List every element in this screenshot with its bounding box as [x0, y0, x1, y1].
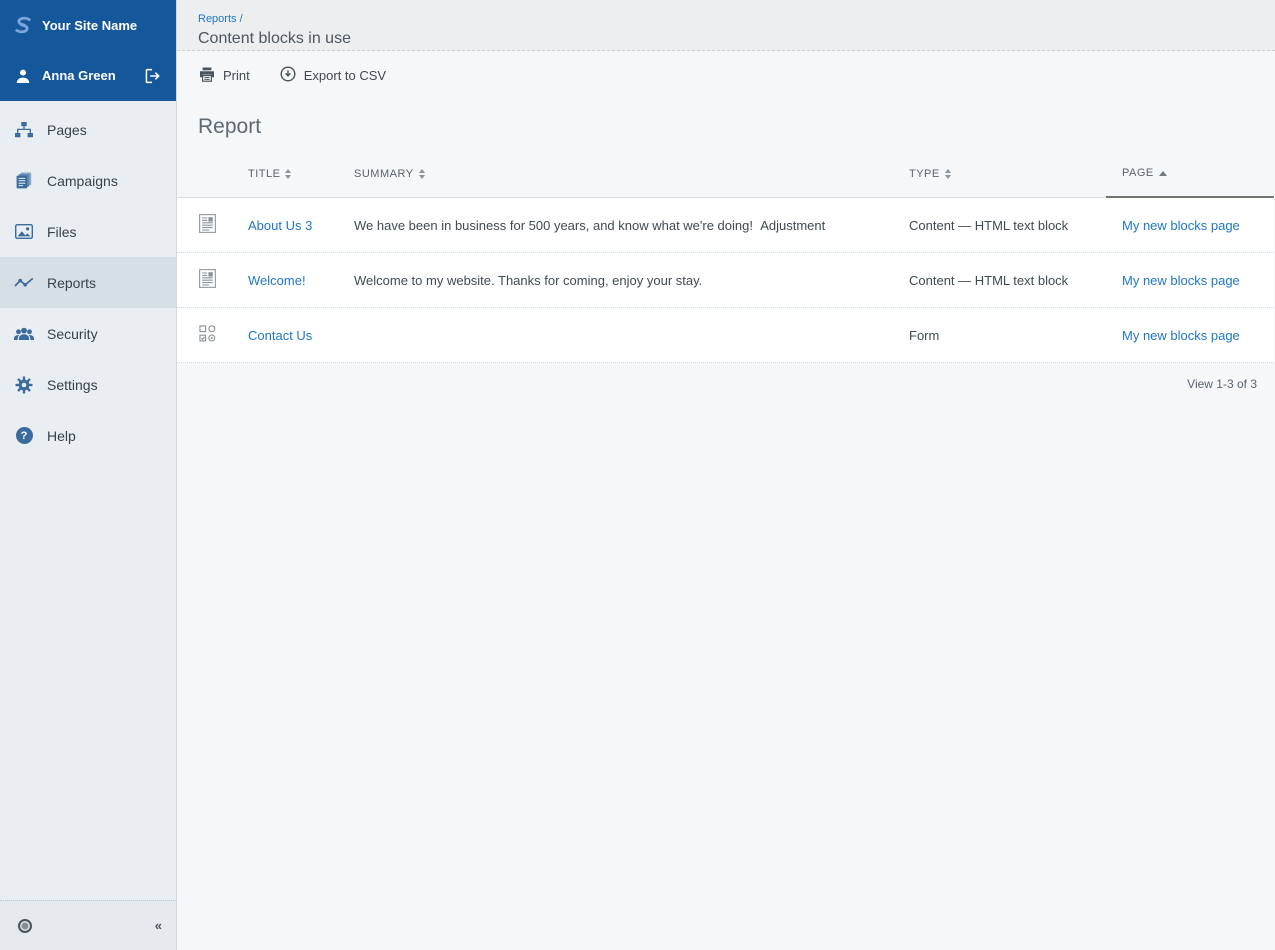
column-header-type[interactable]: TYPE: [909, 150, 1106, 198]
sidebar-item-label: Campaigns: [47, 172, 118, 189]
breadcrumb[interactable]: Reports /: [198, 13, 243, 25]
pagination-status: View 1-3 of 3: [1187, 377, 1257, 391]
page-title: Content blocks in use: [198, 30, 351, 47]
column-header-page[interactable]: PAGE: [1106, 150, 1274, 198]
main-area: Reports / Content blocks in use Print Ex…: [177, 0, 1275, 950]
report-heading: Report: [198, 115, 262, 138]
sidebar-item-pages[interactable]: Pages: [0, 104, 176, 155]
export-csv-button[interactable]: Export to CSV: [280, 66, 386, 85]
export-csv-label: Export to CSV: [303, 68, 387, 83]
row-summary: Welcome to my website. Thanks for coming…: [354, 272, 703, 288]
site-name: Your Site Name: [42, 17, 138, 33]
table-row: Welcome! Welcome to my website. Thanks f…: [177, 253, 1274, 308]
table-header-row: TITLE SUMMARY TYPE PAGE: [177, 150, 1274, 198]
site-logo[interactable]: Your Site Name: [0, 0, 176, 50]
sidebar-item-label: Settings: [47, 376, 98, 393]
download-circle-icon: [280, 66, 296, 85]
image-icon: [14, 224, 34, 239]
user-icon: [13, 69, 33, 83]
sort-asc-icon: [1158, 170, 1167, 176]
table-row: About Us 3 We have been in business for …: [177, 198, 1274, 253]
row-page-link[interactable]: My new blocks page: [1122, 218, 1240, 233]
row-type-cell: [177, 253, 248, 307]
sort-both-icon: [944, 168, 951, 179]
status-dot-icon[interactable]: [18, 918, 32, 933]
sidebar-item-security[interactable]: Security: [0, 308, 176, 359]
text-block-icon: [199, 269, 217, 291]
row-title-link[interactable]: About Us 3: [248, 218, 312, 233]
brand-logo-icon: [13, 14, 33, 36]
gear-icon: [14, 376, 34, 394]
sort-both-icon: [418, 168, 425, 179]
row-title-link[interactable]: Welcome!: [248, 273, 306, 288]
table-row: Contact Us Form My new blocks page: [177, 308, 1274, 363]
sidebar-item-help[interactable]: ? Help: [0, 410, 176, 461]
sidebar-header: Your Site Name Anna Green: [0, 0, 176, 101]
row-type-cell: [177, 198, 248, 252]
row-type: Form: [909, 327, 940, 343]
sidebar-item-settings[interactable]: Settings: [0, 359, 176, 410]
row-type: Content — HTML text block: [909, 272, 1069, 288]
sidebar-item-label: Files: [47, 223, 77, 240]
question-icon: ?: [14, 427, 34, 444]
row-page-link[interactable]: My new blocks page: [1122, 273, 1240, 288]
column-header-summary[interactable]: SUMMARY: [354, 150, 909, 198]
sidebar-item-files[interactable]: Files: [0, 206, 176, 257]
sidebar-footer: «: [0, 900, 176, 950]
user-name: Anna Green: [42, 68, 116, 83]
page-header: Reports / Content blocks in use: [177, 0, 1275, 51]
line-chart-icon: [14, 276, 34, 290]
collapse-sidebar-button[interactable]: «: [155, 918, 162, 933]
column-header-icon: [177, 150, 248, 198]
toolbar: Print Export to CSV: [177, 51, 1275, 100]
sidebar-item-campaigns[interactable]: Campaigns: [0, 155, 176, 206]
user-row: Anna Green: [0, 50, 176, 101]
sidebar-item-label: Pages: [47, 121, 87, 138]
column-header-title[interactable]: TITLE: [248, 150, 354, 198]
sidebar-item-label: Reports: [47, 274, 97, 291]
print-label: Print: [223, 68, 250, 83]
sort-both-icon: [285, 168, 292, 179]
sitemap-icon: [14, 121, 34, 138]
sidebar: Your Site Name Anna Green Pages Campaign…: [0, 0, 177, 950]
form-icon: [199, 325, 216, 345]
sidebar-item-reports[interactable]: Reports: [0, 257, 176, 308]
sidebar-item-label: Help: [47, 427, 76, 444]
row-summary: We have been in business for 500 years, …: [354, 217, 826, 233]
sidebar-nav: Pages Campaigns Files Reports Security S…: [0, 101, 176, 900]
printer-icon: [199, 67, 215, 85]
row-page-link[interactable]: My new blocks page: [1122, 328, 1240, 343]
users-icon: [14, 327, 34, 341]
row-type: Content — HTML text block: [909, 217, 1069, 233]
logout-button[interactable]: [145, 68, 162, 84]
text-block-icon: [199, 214, 217, 236]
row-title-link[interactable]: Contact Us: [248, 328, 312, 343]
sidebar-item-label: Security: [47, 325, 98, 342]
report-table: TITLE SUMMARY TYPE PAGE About Us 3 We ha…: [177, 150, 1274, 391]
documents-icon: [14, 172, 34, 189]
row-type-cell: [177, 308, 248, 362]
print-button[interactable]: Print: [199, 67, 250, 85]
